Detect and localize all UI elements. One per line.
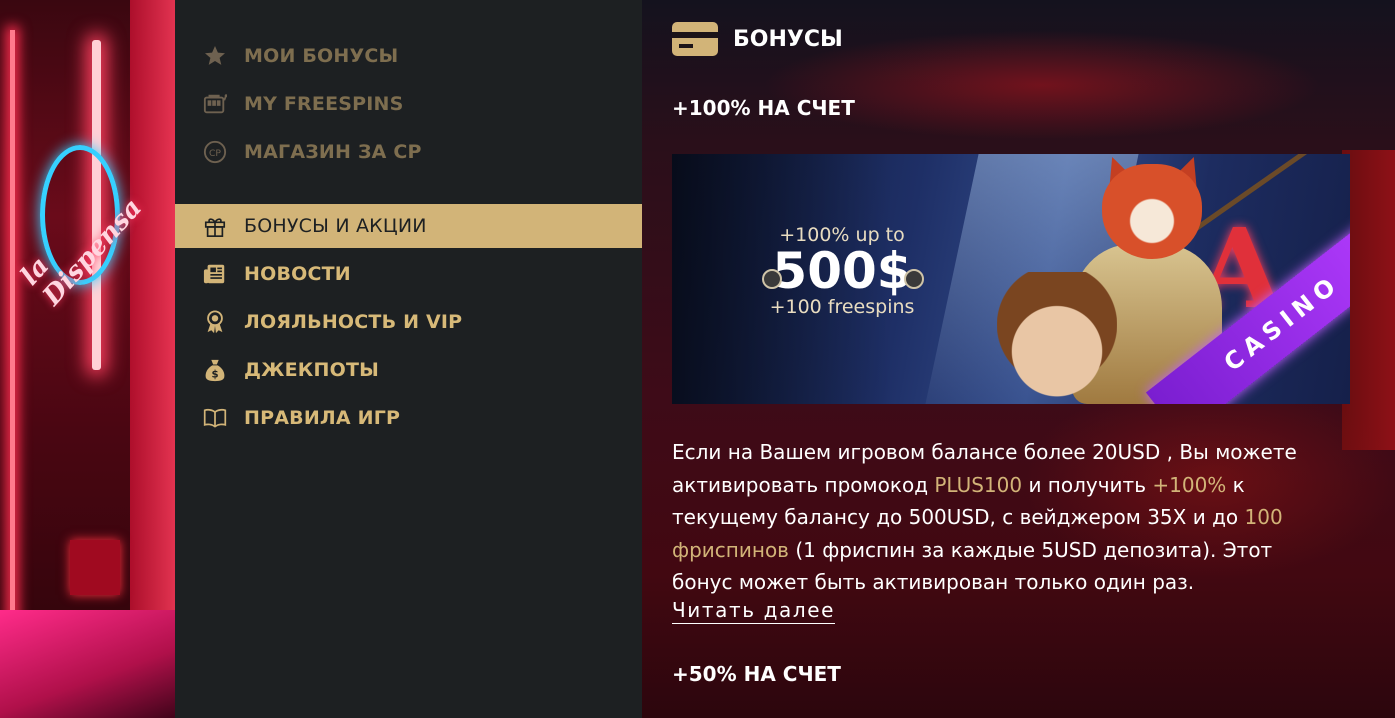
book-icon xyxy=(203,407,227,429)
menu-item-jackpots[interactable]: $ ДЖЕКПОТЫ xyxy=(175,348,642,392)
newspaper-icon xyxy=(203,263,227,285)
gift-icon xyxy=(203,215,227,237)
sidebar-menu: МОИ БОНУСЫ MY FREESPINS CP МАГАЗИН ЗА CP… xyxy=(175,0,642,718)
read-more-link[interactable]: Читать далее xyxy=(672,598,836,624)
menu-item-label: НОВОСТИ xyxy=(244,263,351,285)
menu-item-news[interactable]: НОВОСТИ xyxy=(175,252,642,296)
menu-item-label: ДЖЕКПОТЫ xyxy=(244,359,379,381)
menu-item-game-rules[interactable]: ПРАВИЛА ИГР xyxy=(175,396,642,440)
bonus-description: Если на Вашем игровом балансе более 20US… xyxy=(672,436,1322,599)
cp-coin-icon: CP xyxy=(203,140,227,164)
coin-icon xyxy=(762,269,782,289)
card-icon xyxy=(672,22,718,56)
menu-item-loyalty-vip[interactable]: ЛОЯЛЬНОСТЬ И VIP xyxy=(175,300,642,344)
menu-item-label: ПРАВИЛА ИГР xyxy=(244,407,401,429)
star-icon xyxy=(203,45,227,67)
menu-item-label: MY FREESPINS xyxy=(244,93,404,115)
medal-icon xyxy=(203,310,227,334)
neon-floor xyxy=(0,610,175,718)
promo-code: PLUS100 xyxy=(934,472,1023,497)
coin-icon xyxy=(904,269,924,289)
banner-promo-text: +100% up to 500$ +100 freespins xyxy=(732,224,952,318)
svg-text:CP: CP xyxy=(209,148,221,159)
promo-line-3: +100 freespins xyxy=(769,296,915,318)
menu-item-label: ЛОЯЛЬНОСТЬ И VIP xyxy=(244,311,463,333)
menu-item-cp-shop[interactable]: CP МАГАЗИН ЗА CP xyxy=(175,130,642,174)
neon-box xyxy=(70,540,120,595)
menu-item-label: БОНУСЫ И АКЦИИ xyxy=(244,215,427,237)
bonus-heading: +100% НА СЧЕТ xyxy=(672,96,855,120)
svg-text:$: $ xyxy=(211,369,218,380)
page-title: БОНУСЫ xyxy=(733,26,843,52)
boy-character xyxy=(997,272,1117,404)
menu-item-bonuses-promotions[interactable]: БОНУСЫ И АКЦИИ xyxy=(175,204,642,248)
menu-item-label: МОИ БОНУСЫ xyxy=(244,45,399,67)
menu-item-my-bonuses[interactable]: МОИ БОНУСЫ xyxy=(175,34,642,78)
background-glow xyxy=(762,30,1322,140)
bonus-heading: +50% НА СЧЕТ xyxy=(672,662,841,686)
menu-item-my-freespins[interactable]: MY FREESPINS xyxy=(175,82,642,126)
bonuses-content: БОНУСЫ +100% НА СЧЕТ A CASINO +100% up t… xyxy=(642,0,1395,718)
page-header: БОНУСЫ xyxy=(672,22,843,56)
bonus-banner[interactable]: A CASINO +100% up to 500$ +100 freespins xyxy=(672,154,1350,404)
slot-machine-icon xyxy=(203,93,227,115)
money-bag-icon: $ xyxy=(203,359,227,382)
neon-tube xyxy=(10,30,15,690)
decorative-neon-background: la Dispensa xyxy=(0,0,175,718)
bonus-percent: +100% xyxy=(1152,472,1227,497)
description-text: и получить xyxy=(1022,472,1153,497)
menu-item-label: МАГАЗИН ЗА CP xyxy=(244,141,422,163)
fox-character-head xyxy=(1102,164,1202,259)
